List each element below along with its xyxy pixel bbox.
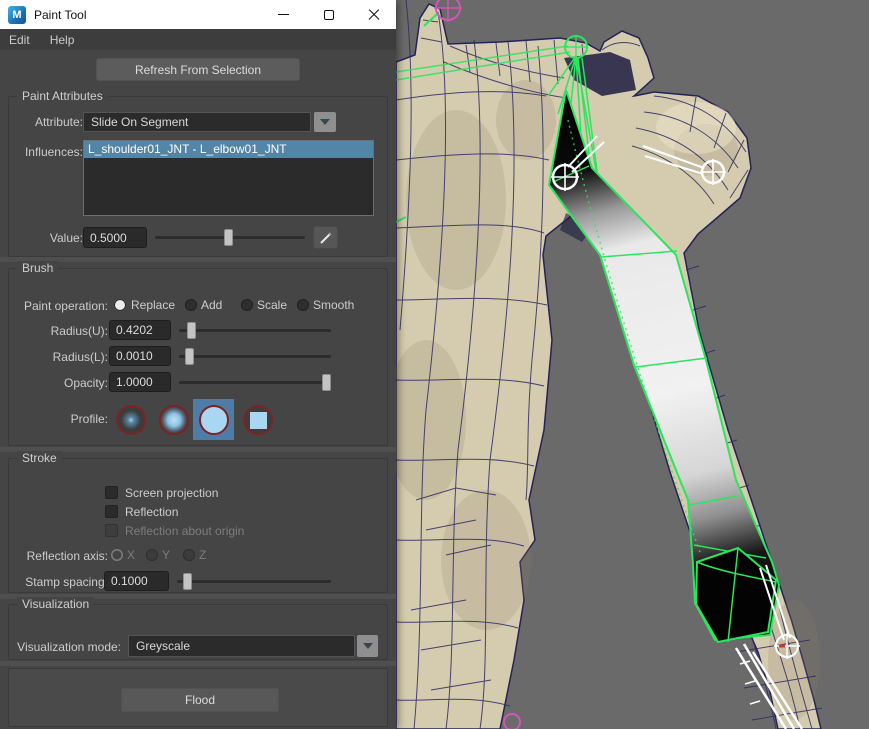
stamp-spacing-label: Stamp spacing: bbox=[13, 575, 108, 589]
radius-l-slider[interactable] bbox=[179, 346, 331, 366]
opacity-slider-track bbox=[179, 381, 331, 384]
radius-u-input[interactable] bbox=[109, 320, 171, 340]
separator bbox=[0, 257, 396, 262]
solid-profile-icon bbox=[199, 405, 229, 435]
tool-content: Refresh From Selection Paint Attributes … bbox=[0, 50, 396, 729]
radius-u-slider-handle[interactable] bbox=[187, 322, 196, 339]
stamp-spacing-slider-track bbox=[177, 580, 331, 583]
visualization-mode-dropdown[interactable]: Greyscale bbox=[128, 635, 355, 657]
radio-add[interactable] bbox=[185, 299, 197, 311]
menu-help[interactable]: Help bbox=[50, 33, 75, 47]
influences-label: Influences: bbox=[19, 145, 83, 159]
radio-replace-label: Replace bbox=[131, 298, 175, 312]
axis-x-label: X bbox=[127, 548, 135, 562]
stamp-spacing-input[interactable] bbox=[104, 571, 169, 591]
profile-gaussian-button[interactable] bbox=[113, 402, 149, 438]
radius-u-slider-track bbox=[179, 329, 331, 332]
pencil-icon bbox=[318, 230, 334, 246]
radius-u-label: Radius(U): bbox=[13, 324, 108, 338]
menubar: Edit Help bbox=[0, 29, 396, 50]
attribute-dropdown[interactable]: Slide On Segment bbox=[83, 112, 311, 132]
maya-app-icon: M bbox=[8, 6, 26, 24]
screen: M Paint Tool Edit Help Refresh From Sele… bbox=[0, 0, 869, 729]
radius-l-slider-handle[interactable] bbox=[185, 348, 194, 365]
paint-attributes-group: Paint Attributes Attribute: Slide On Seg… bbox=[8, 96, 388, 257]
value-slider-handle[interactable] bbox=[224, 229, 233, 246]
radius-l-label: Radius(L): bbox=[13, 350, 108, 364]
reflection-checkbox[interactable] bbox=[105, 505, 118, 518]
stamp-spacing-slider[interactable] bbox=[177, 571, 331, 591]
axis-y-label: Y bbox=[162, 548, 170, 562]
radio-smooth[interactable] bbox=[297, 299, 309, 311]
opacity-slider-handle[interactable] bbox=[322, 374, 331, 391]
gaussian-profile-icon bbox=[116, 405, 146, 435]
pick-value-button[interactable] bbox=[313, 226, 338, 249]
viewport-scene bbox=[396, 0, 869, 729]
axis-z-label: Z bbox=[199, 548, 206, 562]
radius-l-input[interactable] bbox=[109, 346, 171, 366]
radio-replace[interactable] bbox=[114, 299, 126, 311]
opacity-slider[interactable] bbox=[179, 372, 331, 392]
soft-profile-icon bbox=[159, 405, 189, 435]
radio-scale-label: Scale bbox=[257, 298, 287, 312]
profile-label: Profile: bbox=[13, 412, 108, 426]
reflection-axis-label: Reflection axis: bbox=[13, 549, 108, 563]
profile-solid-button[interactable] bbox=[193, 399, 234, 440]
viewport-3d[interactable] bbox=[396, 0, 869, 729]
maximize-button[interactable] bbox=[306, 0, 351, 29]
radio-add-label: Add bbox=[201, 298, 222, 312]
minimize-icon bbox=[278, 14, 289, 15]
stroke-group: Stroke Screen projection Reflection Refl… bbox=[8, 458, 388, 593]
paint-attributes-title: Paint Attributes bbox=[17, 89, 108, 103]
titlebar[interactable]: M Paint Tool bbox=[0, 0, 396, 29]
separator bbox=[0, 661, 396, 666]
refresh-from-selection-button[interactable]: Refresh From Selection bbox=[96, 58, 300, 81]
value-input[interactable] bbox=[83, 227, 147, 248]
window-title: Paint Tool bbox=[34, 8, 86, 22]
reflection-about-origin-label: Reflection about origin bbox=[125, 524, 244, 538]
attribute-label: Attribute: bbox=[19, 115, 83, 129]
opacity-label: Opacity: bbox=[13, 376, 108, 390]
radio-smooth-label: Smooth bbox=[313, 298, 354, 312]
stroke-title: Stroke bbox=[17, 451, 62, 465]
paint-tool-window: M Paint Tool Edit Help Refresh From Sele… bbox=[0, 0, 396, 729]
profile-square-button[interactable] bbox=[240, 402, 276, 438]
close-button[interactable] bbox=[351, 0, 396, 29]
axis-x-radio[interactable] bbox=[111, 549, 123, 561]
paint-operation-label: Paint operation: bbox=[13, 299, 108, 313]
radius-u-slider[interactable] bbox=[179, 320, 331, 340]
screen-projection-checkbox[interactable] bbox=[105, 486, 118, 499]
radius-l-slider-track bbox=[179, 355, 331, 358]
brush-title: Brush bbox=[17, 261, 58, 275]
flood-group: Flood bbox=[8, 668, 388, 727]
reflection-label: Reflection bbox=[125, 505, 178, 519]
flood-button[interactable]: Flood bbox=[121, 688, 279, 712]
square-profile-icon bbox=[243, 405, 273, 435]
value-slider[interactable] bbox=[155, 227, 305, 247]
radio-scale[interactable] bbox=[241, 299, 253, 311]
menu-edit[interactable]: Edit bbox=[9, 33, 30, 47]
close-icon bbox=[368, 9, 380, 21]
visualization-group: Visualization Visualization mode: Greysc… bbox=[8, 604, 388, 660]
influence-list-item[interactable]: L_shoulder01_JNT - L_elbow01_JNT bbox=[84, 141, 373, 158]
influences-list[interactable]: L_shoulder01_JNT - L_elbow01_JNT bbox=[83, 140, 374, 216]
minimize-button[interactable] bbox=[261, 0, 306, 29]
reflection-about-origin-checkbox[interactable] bbox=[105, 524, 118, 537]
visualization-title: Visualization bbox=[17, 597, 94, 611]
stamp-spacing-slider-handle[interactable] bbox=[183, 573, 192, 590]
opacity-input[interactable] bbox=[109, 372, 171, 392]
value-label: Value: bbox=[19, 231, 83, 245]
axis-y-radio[interactable] bbox=[146, 549, 158, 561]
visualization-mode-dropdown-arrow-icon[interactable] bbox=[357, 635, 378, 657]
screen-projection-label: Screen projection bbox=[125, 486, 218, 500]
maximize-icon bbox=[324, 10, 334, 20]
visualization-mode-label: Visualization mode: bbox=[13, 640, 121, 654]
window-controls bbox=[261, 0, 396, 29]
profile-soft-button[interactable] bbox=[156, 402, 192, 438]
brush-group: Brush Paint operation: Replace Add Scale… bbox=[8, 268, 388, 446]
attribute-dropdown-arrow-icon[interactable] bbox=[314, 112, 336, 132]
axis-z-radio[interactable] bbox=[183, 549, 195, 561]
